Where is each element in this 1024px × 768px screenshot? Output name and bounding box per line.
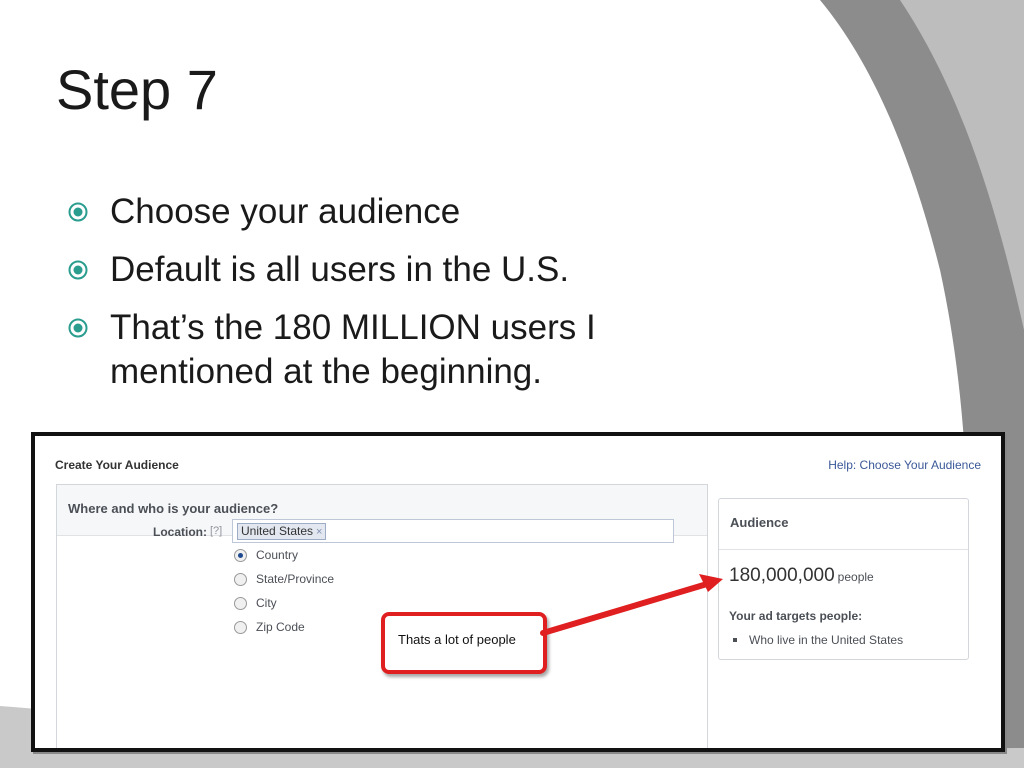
audience-summary-panel: Audience 180,000,000 people Your ad targe…	[718, 498, 969, 660]
target-list-item: Who live in the United States	[732, 633, 904, 647]
slide-title: Step 7	[56, 58, 218, 121]
bullet-list: Choose your audience Default is all user…	[68, 190, 768, 408]
reach-unit: people	[837, 570, 874, 584]
radio-label: Zip Code	[256, 620, 305, 634]
potential-reach: 180,000,000 people	[729, 565, 874, 587]
radio-label: City	[256, 596, 277, 610]
embedded-screenshot-frame: Create Your Audience Help: Choose Your A…	[31, 432, 1005, 752]
radio-label: State/Province	[256, 572, 335, 586]
location-help-link[interactable]: [?]	[210, 525, 222, 537]
location-label: Location:	[153, 525, 207, 539]
bullet-item: Choose your audience	[68, 190, 768, 234]
help-link[interactable]: Help: Choose Your Audience	[828, 458, 981, 472]
radio-unchecked-icon[interactable]	[234, 597, 247, 610]
targets-heading: Your ad targets people:	[729, 609, 863, 623]
target-bullet-icon	[68, 202, 88, 222]
location-token[interactable]: United States ×	[237, 523, 327, 540]
location-token-label: United States	[241, 524, 314, 538]
remove-token-icon[interactable]: ×	[316, 526, 322, 538]
audience-panel-title: Audience	[730, 515, 789, 530]
location-input[interactable]: United States ×	[232, 519, 674, 543]
create-audience-screen: Create Your Audience Help: Choose Your A…	[35, 436, 1001, 748]
bullet-text: Default is all users in the U.S.	[110, 250, 570, 289]
callout-box: Thats a lot of people	[381, 612, 547, 674]
target-bullet-icon	[68, 260, 88, 280]
reach-count: 180,000,000	[729, 565, 835, 586]
callout-text: Thats a lot of people	[398, 632, 516, 647]
bullet-text: That’s the 180 MILLION users I mentioned…	[110, 308, 596, 391]
bullet-item: Default is all users in the U.S.	[68, 248, 768, 292]
audience-panel-header: Audience	[719, 499, 968, 550]
bullet-text: Choose your audience	[110, 192, 461, 231]
radio-label: Country	[256, 548, 299, 562]
radio-checked-icon[interactable]	[234, 549, 247, 562]
create-audience-title: Create Your Audience	[55, 458, 179, 472]
radio-unchecked-icon[interactable]	[234, 621, 247, 634]
target-bullet-icon	[68, 318, 88, 338]
form-section-title: Where and who is your audience?	[68, 501, 279, 516]
bullet-item: That’s the 180 MILLION users I mentioned…	[68, 306, 768, 394]
radio-unchecked-icon[interactable]	[234, 573, 247, 586]
